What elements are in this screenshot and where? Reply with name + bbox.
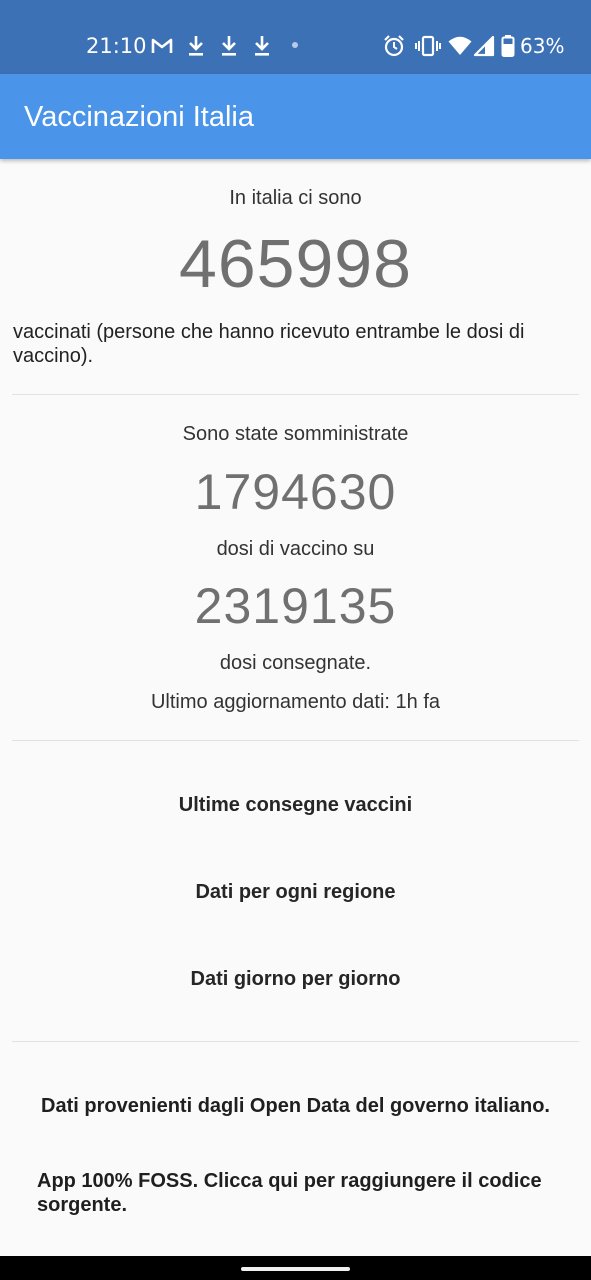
divider — [12, 1041, 579, 1042]
notification-dot-icon — [292, 42, 298, 48]
administered-intro: Sono state somministrate — [182, 423, 409, 445]
delivered-description: dosi consegnate. — [219, 652, 372, 674]
divider — [12, 394, 579, 395]
alarm-icon — [384, 35, 404, 57]
wifi-icon — [448, 36, 472, 55]
vaccinated-count: 465998 — [179, 226, 412, 302]
vibrate-icon — [415, 35, 441, 57]
cellular-signal-icon — [473, 35, 495, 57]
download-icon — [222, 36, 236, 56]
download-icon — [255, 36, 269, 56]
navigation-bar — [0, 1256, 591, 1280]
status-bar: 21:10 63% — [0, 0, 591, 74]
delivered-count: 2319135 — [194, 578, 397, 634]
data-source-text: Dati provenienti dagli Open Data del gov… — [41, 1095, 550, 1117]
day-by-day-button[interactable]: Dati giorno per giorno — [12, 948, 579, 1010]
battery-percent: 63% — [520, 34, 565, 58]
battery-icon — [501, 35, 515, 57]
source-code-link[interactable]: App 100% FOSS. Clicca qui per raggiunger… — [37, 1169, 557, 1217]
latest-deliveries-button[interactable]: Ultime consegne vaccini — [12, 774, 579, 836]
per-region-button[interactable]: Dati per ogni regione — [12, 861, 579, 923]
divider — [12, 740, 579, 741]
vaccinated-intro: In italia ci sono — [229, 187, 362, 209]
gesture-handle[interactable] — [241, 1267, 350, 1271]
last-update: Ultimo aggiornamento dati: 1h fa — [150, 691, 441, 713]
download-icon — [189, 36, 203, 56]
administered-count: 1794630 — [194, 464, 397, 520]
gmail-icon — [151, 38, 173, 53]
status-time: 21:10 — [86, 34, 147, 58]
app-bar: Vaccinazioni Italia — [0, 74, 591, 159]
vaccinated-description: vaccinati (persone che hanno ricevuto en… — [13, 321, 525, 367]
app-title: Vaccinazioni Italia — [24, 101, 254, 133]
administered-description: dosi di vaccino su — [216, 538, 375, 560]
